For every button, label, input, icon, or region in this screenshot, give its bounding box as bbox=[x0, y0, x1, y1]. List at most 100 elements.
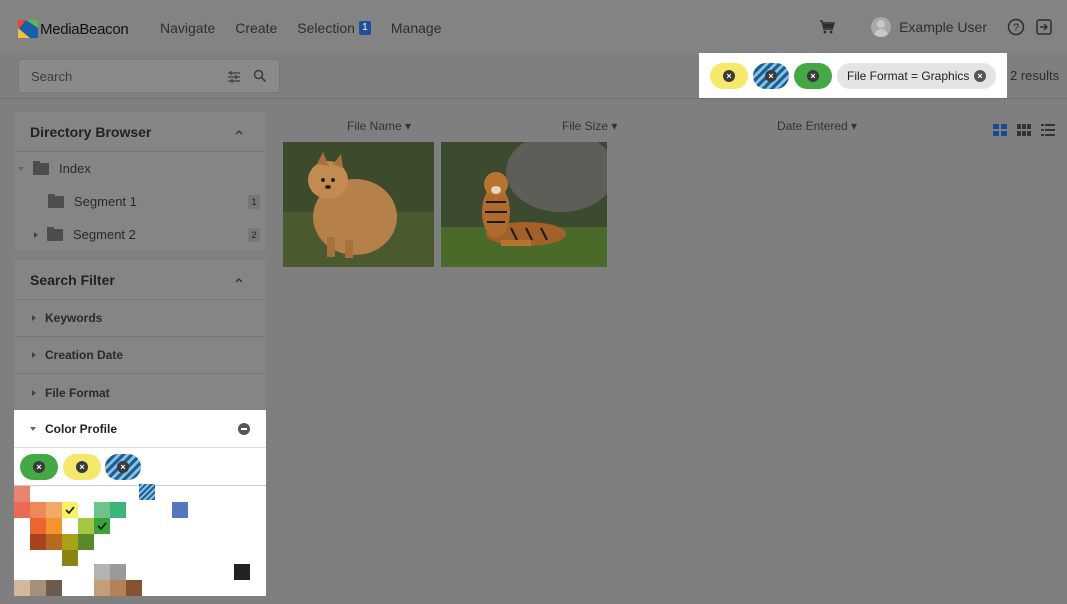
selected-color-striped[interactable]: × bbox=[105, 454, 141, 480]
filter-label: File Format bbox=[45, 385, 110, 400]
color-profile-panel: Color Profile × × × bbox=[14, 410, 266, 596]
active-filter-file-format[interactable]: File Format = Graphics × bbox=[837, 63, 996, 89]
folder-icon bbox=[48, 193, 64, 208]
expand-arrow-icon[interactable] bbox=[18, 166, 24, 171]
color-swatch[interactable] bbox=[78, 534, 94, 550]
remove-color-icon[interactable]: × bbox=[117, 461, 129, 473]
search-icon[interactable] bbox=[253, 69, 267, 83]
color-swatch[interactable] bbox=[110, 580, 126, 596]
top-navigation-bar: MediaBeacon Navigate Create Selection 1 … bbox=[0, 0, 1067, 54]
color-swatch[interactable] bbox=[94, 580, 110, 596]
directory-browser-panel: Directory Browser Index Segment 1 1 Segm… bbox=[14, 112, 266, 250]
tree-item-label: Segment 1 bbox=[74, 194, 137, 209]
mediabeacon-logo[interactable]: MediaBeacon bbox=[18, 19, 129, 39]
tree-item-label: Index bbox=[59, 161, 91, 176]
nav-manage[interactable]: Manage bbox=[391, 20, 442, 36]
color-swatch-selected-yellow[interactable] bbox=[62, 502, 78, 518]
color-swatch[interactable] bbox=[30, 518, 46, 534]
color-swatch[interactable] bbox=[46, 518, 62, 534]
filter-creation-date[interactable]: Creation Date bbox=[14, 337, 266, 374]
directory-browser-header[interactable]: Directory Browser bbox=[14, 112, 266, 152]
check-icon bbox=[65, 506, 75, 515]
color-swatch[interactable] bbox=[110, 564, 126, 580]
color-swatch[interactable] bbox=[126, 580, 142, 596]
clear-filter-icon[interactable] bbox=[238, 423, 250, 435]
check-icon bbox=[97, 522, 107, 531]
collapse-arrow-icon[interactable] bbox=[30, 426, 36, 431]
active-filter-green[interactable]: × bbox=[794, 63, 832, 89]
remove-filter-icon[interactable]: × bbox=[807, 70, 819, 82]
filter-file-format[interactable]: File Format bbox=[14, 374, 266, 411]
expand-arrow-icon bbox=[32, 315, 36, 321]
help-icon[interactable]: ? bbox=[1007, 18, 1025, 36]
chevron-up-icon[interactable] bbox=[234, 275, 244, 285]
active-filter-yellow[interactable]: × bbox=[710, 63, 748, 89]
logout-icon[interactable] bbox=[1035, 18, 1053, 36]
expand-arrow-icon bbox=[32, 352, 36, 358]
search-filter-panel: Search Filter Keywords Creation Date Fil… bbox=[14, 260, 266, 410]
view-list-icon[interactable] bbox=[1041, 124, 1055, 136]
color-swatch[interactable] bbox=[46, 534, 62, 550]
cart-icon[interactable] bbox=[819, 19, 836, 35]
filter-label: Creation Date bbox=[45, 348, 124, 362]
color-swatch[interactable] bbox=[14, 580, 30, 596]
nav-navigate[interactable]: Navigate bbox=[160, 20, 215, 36]
toolbar-divider bbox=[0, 98, 1067, 99]
search-filter-header[interactable]: Search Filter bbox=[14, 260, 266, 300]
column-header-file-size[interactable]: File Size ▾ bbox=[562, 119, 617, 133]
column-header-file-name[interactable]: File Name ▾ bbox=[347, 119, 411, 133]
color-swatch[interactable] bbox=[110, 502, 126, 518]
search-options-icon[interactable] bbox=[227, 70, 241, 84]
tree-item-segment-2[interactable]: Segment 2 2 bbox=[14, 218, 266, 251]
column-header-date-entered[interactable]: Date Entered ▾ bbox=[777, 119, 857, 133]
color-swatch-striped[interactable] bbox=[139, 484, 155, 500]
view-tiles-icon[interactable] bbox=[993, 124, 1007, 136]
color-swatch[interactable] bbox=[30, 580, 46, 596]
color-swatch[interactable] bbox=[78, 518, 94, 534]
remove-filter-icon[interactable]: × bbox=[723, 70, 735, 82]
color-swatch[interactable] bbox=[14, 502, 30, 518]
active-filter-striped[interactable]: × bbox=[753, 63, 789, 89]
selected-color-yellow[interactable]: × bbox=[63, 454, 101, 480]
dog-image bbox=[283, 142, 434, 267]
tree-item-index[interactable]: Index bbox=[14, 152, 266, 185]
asset-thumbnail-dog[interactable] bbox=[283, 142, 434, 267]
search-input[interactable]: Search bbox=[18, 59, 280, 93]
color-swatch[interactable] bbox=[234, 564, 250, 580]
color-swatch[interactable] bbox=[46, 580, 62, 596]
view-grid-icon[interactable] bbox=[1017, 124, 1031, 136]
filter-keywords[interactable]: Keywords bbox=[14, 300, 266, 337]
color-swatch[interactable] bbox=[94, 502, 110, 518]
color-swatch[interactable] bbox=[172, 502, 188, 518]
view-mode-toggle bbox=[993, 124, 1055, 136]
chevron-up-icon[interactable] bbox=[234, 127, 244, 137]
selected-color-green[interactable]: × bbox=[20, 454, 58, 480]
color-swatch-selected-green[interactable] bbox=[94, 518, 110, 534]
asset-thumbnail-tiger[interactable] bbox=[441, 142, 607, 267]
color-swatch[interactable] bbox=[62, 534, 78, 550]
remove-filter-icon[interactable]: × bbox=[974, 70, 986, 82]
search-filter-title: Search Filter bbox=[30, 271, 115, 288]
svg-text:?: ? bbox=[1013, 22, 1019, 34]
color-swatch[interactable] bbox=[14, 486, 30, 502]
color-swatch[interactable] bbox=[94, 564, 110, 580]
item-count-badge: 1 bbox=[248, 195, 260, 209]
color-profile-header[interactable]: Color Profile bbox=[14, 410, 266, 448]
expand-arrow-icon[interactable] bbox=[34, 231, 38, 238]
color-swatch-grid bbox=[14, 484, 266, 596]
tree-item-label: Segment 2 bbox=[73, 227, 136, 242]
remove-filter-icon[interactable]: × bbox=[765, 70, 777, 82]
tree-item-segment-1[interactable]: Segment 1 1 bbox=[14, 185, 266, 218]
color-profile-selected: × × × bbox=[14, 448, 266, 486]
user-avatar[interactable] bbox=[871, 17, 892, 37]
header-right: Example User ? bbox=[819, 17, 1053, 37]
user-name[interactable]: Example User bbox=[899, 19, 987, 35]
color-swatch[interactable] bbox=[30, 502, 46, 518]
color-swatch[interactable] bbox=[30, 534, 46, 550]
remove-color-icon[interactable]: × bbox=[33, 461, 45, 473]
nav-create[interactable]: Create bbox=[235, 20, 277, 36]
nav-selection[interactable]: Selection 1 bbox=[297, 20, 371, 36]
color-swatch[interactable] bbox=[62, 550, 78, 566]
remove-color-icon[interactable]: × bbox=[76, 461, 88, 473]
color-swatch[interactable] bbox=[46, 502, 62, 518]
